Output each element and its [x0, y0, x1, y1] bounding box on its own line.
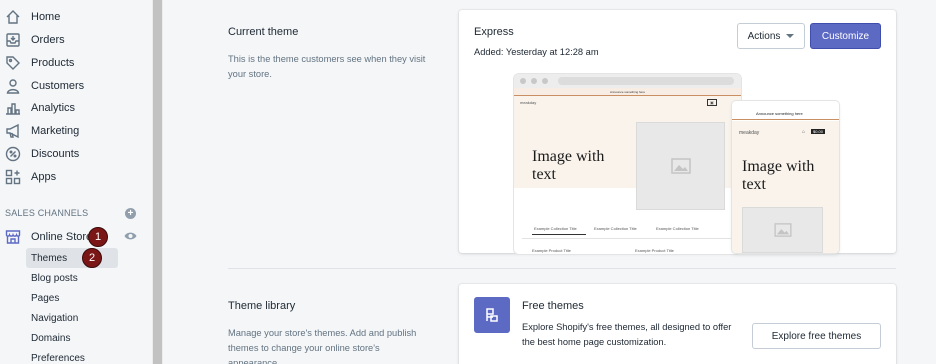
preview-collection-tab: Example Collection Title [594, 226, 637, 231]
orders-icon [5, 32, 21, 48]
sidebar-item-discounts[interactable]: Discounts [5, 144, 79, 164]
sidebar-item-customers[interactable]: Customers [5, 76, 84, 96]
sidebar-item-label: Apps [31, 171, 57, 183]
sidebar-item-analytics[interactable]: Analytics [5, 98, 75, 118]
section-divider [228, 268, 896, 269]
person-icon [5, 78, 21, 94]
home-icon [5, 9, 21, 25]
sidebar-item-label: Orders [31, 34, 65, 46]
sidebar-item-orders[interactable]: Orders [5, 30, 65, 50]
free-themes-description: Explore Shopify's free themes, all desig… [522, 322, 732, 347]
desktop-theme-preview[interactable]: Announce something here meakday ▣ Image … [514, 74, 741, 254]
free-themes-title: Free themes [522, 300, 584, 312]
sidebar-item-marketing[interactable]: Marketing [5, 121, 79, 141]
megaphone-icon [5, 123, 21, 139]
mobile-announce-border [732, 119, 839, 120]
current-theme-description: This is the theme customers see when the… [228, 54, 426, 79]
free-themes-icon [474, 297, 510, 333]
sidebar-scrollbar[interactable] [152, 0, 163, 364]
sidebar-subitem-preferences[interactable]: Preferences [31, 349, 85, 364]
mobile-cart-icon: ⌂ [802, 129, 806, 135]
mobile-cart-total: $0.00 [811, 129, 826, 134]
preview-hero-text: Image with text [532, 148, 605, 184]
browser-dot [531, 78, 537, 84]
current-theme-heading: Current theme [228, 26, 299, 38]
sidebar-item-label: Home [31, 11, 61, 23]
mobile-hero-text: Image with text [742, 158, 815, 194]
tag-icon [5, 55, 21, 71]
eye-icon[interactable] [124, 231, 137, 241]
preview-announcement-bar: Announce something here [514, 88, 741, 96]
sidebar-subitem-blog-posts[interactable]: Blog posts [31, 269, 78, 287]
customize-button[interactable]: Customize [810, 23, 881, 49]
sidebar-subitem-pages[interactable]: Pages [31, 289, 59, 307]
scrollbar-thumb[interactable] [153, 0, 162, 364]
theme-added-date: Added: Yesterday at 12:28 am [474, 47, 599, 57]
discount-icon [5, 146, 21, 162]
sidebar-item-label: Discounts [31, 148, 80, 160]
browser-bar [514, 74, 741, 88]
theme-name: Express [474, 26, 514, 38]
sidebar-subitem-domains[interactable]: Domains [31, 329, 70, 347]
caret-down-icon [786, 34, 795, 38]
sidebar-item-online-store[interactable]: Online Store [5, 227, 92, 247]
store-icon [5, 229, 21, 245]
sidebar: Home Orders Products Customers Analytics… [0, 0, 152, 364]
actions-button[interactable]: Actions [737, 23, 805, 49]
actions-label: Actions [747, 30, 781, 42]
mobile-image-placeholder [742, 207, 823, 253]
step-marker-2: 2 [82, 248, 102, 268]
browser-dot [542, 78, 548, 84]
sidebar-item-home[interactable]: Home [5, 7, 60, 27]
mobile-announcement-bar: Announce something here [756, 111, 803, 116]
mobile-hero: meakday ⌂ $0.00 Image with text [732, 121, 839, 253]
apps-icon [5, 169, 21, 185]
sidebar-item-apps[interactable]: Apps [5, 167, 56, 187]
sidebar-item-label: Marketing [31, 125, 80, 137]
sidebar-subitem-themes[interactable]: Themes [31, 249, 67, 267]
add-sales-channel-icon[interactable]: + [125, 208, 136, 219]
sidebar-item-label: Customers [31, 80, 85, 92]
preview-collection-tab: Example Collection Title [534, 226, 577, 231]
explore-free-themes-button[interactable]: Explore free themes [752, 323, 881, 349]
theme-template-icon [486, 308, 498, 322]
image-placeholder-icon [773, 223, 792, 237]
sidebar-subitem-navigation[interactable]: Navigation [31, 309, 78, 327]
browser-url-bar [558, 77, 734, 85]
step-marker-1: 1 [88, 227, 108, 247]
theme-library-description: Manage your store's themes. Add and publ… [228, 328, 417, 364]
mobile-theme-preview[interactable]: Announce something here meakday ⌂ $0.00 … [732, 101, 839, 253]
preview-divider [522, 238, 733, 239]
sidebar-item-label: Online Store [31, 231, 93, 243]
browser-dot [520, 78, 526, 84]
theme-library-heading: Theme library [228, 300, 296, 312]
sales-channels-heading: SALES CHANNELS [5, 208, 89, 218]
sidebar-item-products[interactable]: Products [5, 53, 74, 73]
preview-image-placeholder [636, 122, 725, 210]
preview-tab-underline [532, 234, 586, 235]
preview-product-title: Example Product Title [532, 248, 571, 253]
preview-collection-tab: Example Collection Title [656, 226, 699, 231]
sidebar-item-label: Analytics [31, 102, 76, 114]
mobile-store-name: meakday [739, 130, 760, 136]
sidebar-item-label: Products [31, 57, 75, 69]
preview-cart-icon: ▣ [707, 99, 717, 106]
image-placeholder-icon [670, 158, 691, 174]
bar-chart-icon [5, 100, 21, 116]
preview-product-title: Example Product Title [635, 248, 674, 253]
preview-store-name: meakday [520, 100, 537, 105]
